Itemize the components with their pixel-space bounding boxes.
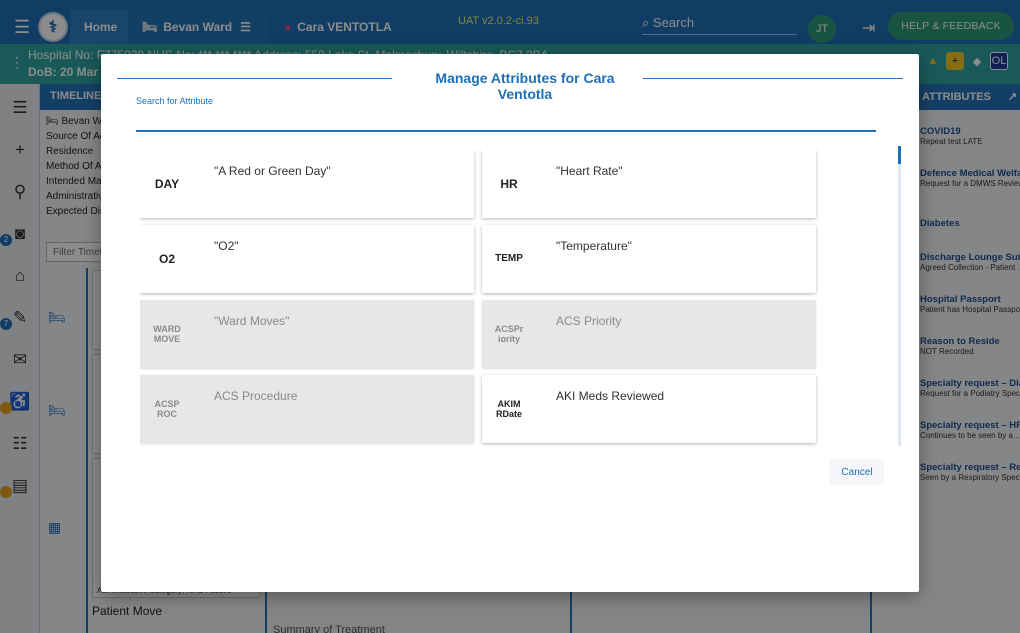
title-divider bbox=[117, 78, 392, 79]
attribute-name: "A Red or Green Day" bbox=[214, 164, 331, 178]
manage-attributes-dialog: Manage Attributes for Cara Ventotla Sear… bbox=[101, 54, 919, 592]
attribute-name: "Ward Moves" bbox=[214, 314, 290, 328]
attribute-code: ACSP ROC bbox=[154, 399, 180, 419]
attribute-name: ACS Procedure bbox=[214, 389, 298, 403]
attribute-card-hr[interactable]: HR "Heart Rate" bbox=[482, 150, 816, 218]
attribute-name: ACS Priority bbox=[556, 314, 622, 328]
attribute-card-ward-move[interactable]: WARD MOVE "Ward Moves" bbox=[140, 300, 474, 368]
attribute-card-day[interactable]: DAY "A Red or Green Day" bbox=[140, 150, 474, 218]
attribute-name: "Heart Rate" bbox=[556, 164, 623, 178]
attribute-code: HR bbox=[500, 177, 518, 191]
attribute-search-input[interactable] bbox=[136, 110, 876, 132]
attribute-card-o2[interactable]: O2 "O2" bbox=[140, 225, 474, 293]
attribute-code: WARD MOVE bbox=[153, 324, 181, 344]
attribute-code: DAY bbox=[154, 177, 180, 191]
attribute-card-temp[interactable]: TEMP "Temperature" bbox=[482, 225, 816, 293]
scrollbar-thumb[interactable] bbox=[898, 146, 901, 164]
title-divider bbox=[629, 78, 903, 79]
dialog-title: Manage Attributes for Cara Ventotla bbox=[407, 70, 643, 102]
card-scrollbar[interactable] bbox=[898, 146, 901, 446]
cancel-button[interactable]: Cancel bbox=[830, 459, 884, 485]
attribute-card-aki-meds[interactable]: AKIM RDate AKI Meds Reviewed bbox=[482, 375, 816, 443]
attribute-code: TEMP bbox=[495, 253, 523, 264]
attribute-code: AKIM RDate bbox=[495, 399, 522, 419]
attribute-card-acs-procedure[interactable]: ACSP ROC ACS Procedure bbox=[140, 375, 474, 443]
attribute-code: ACSPr iority bbox=[494, 324, 524, 344]
attribute-card-grid: DAY "A Red or Green Day" HR "Heart Rate"… bbox=[140, 150, 900, 450]
attribute-code: O2 bbox=[158, 252, 175, 266]
dialog-title-row: Manage Attributes for Cara Ventotla bbox=[117, 70, 903, 102]
attribute-name: "Temperature" bbox=[556, 239, 632, 253]
search-label: Search for Attribute bbox=[136, 96, 214, 106]
attribute-name: AKI Meds Reviewed bbox=[556, 389, 665, 403]
attribute-card-acs-priority[interactable]: ACSPr iority ACS Priority bbox=[482, 300, 816, 368]
attribute-name: "O2" bbox=[214, 239, 239, 253]
